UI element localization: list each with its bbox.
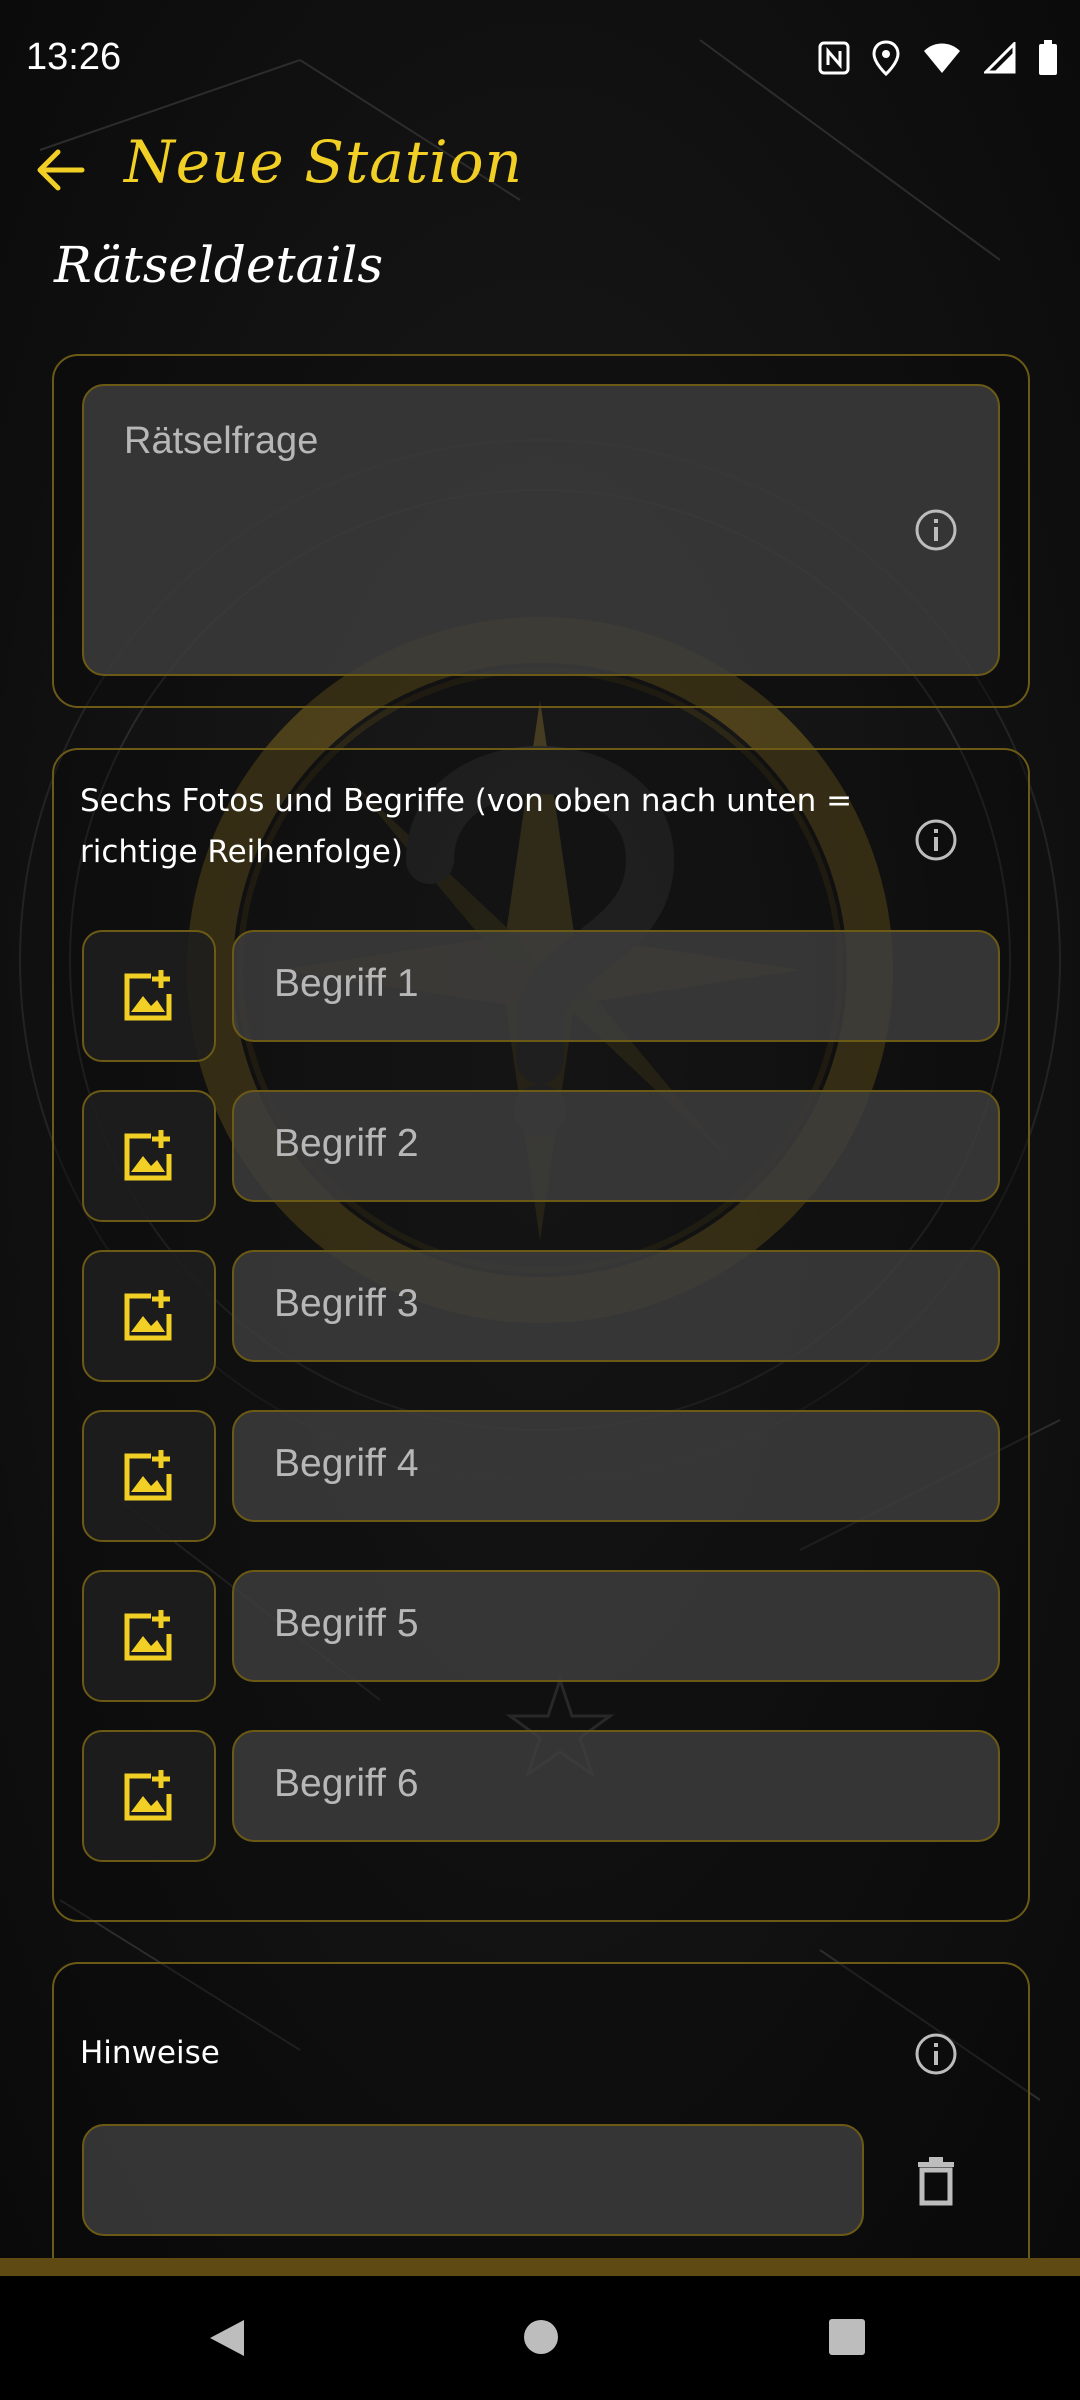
info-icon[interactable]	[914, 2032, 958, 2076]
recents-nav-icon[interactable]	[828, 2318, 866, 2356]
add-photo-button[interactable]	[82, 1570, 216, 1702]
section-title: Rätseldetails	[54, 236, 384, 294]
info-icon[interactable]	[914, 818, 958, 862]
photos-terms-label-line2: richtige Reihenfolge)	[80, 834, 403, 870]
add-photo-icon	[124, 1450, 172, 1501]
trash-icon[interactable]	[914, 2156, 958, 2206]
term-placeholder: Begriff 3	[274, 1282, 419, 1325]
add-photo-button[interactable]	[82, 1090, 216, 1222]
nfc-icon	[818, 41, 850, 75]
arrow-left-icon[interactable]	[30, 140, 90, 200]
term-placeholder: Begriff 5	[274, 1602, 419, 1645]
term-input-2[interactable]: Begriff 2	[232, 1090, 1000, 1202]
system-nav-bar	[0, 2276, 1080, 2400]
back-nav-icon[interactable]	[206, 2318, 246, 2358]
photos-terms-label-line1: Sechs Fotos und Begriffe (von oben nach …	[80, 783, 853, 819]
term-input-5[interactable]: Begriff 5	[232, 1570, 1000, 1682]
add-photo-icon	[124, 1610, 172, 1661]
add-photo-icon	[124, 970, 172, 1021]
info-icon[interactable]	[914, 508, 958, 552]
add-photo-button[interactable]	[82, 1250, 216, 1382]
hint-input[interactable]	[82, 2124, 864, 2236]
add-photo-button[interactable]	[82, 1730, 216, 1862]
status-icons	[818, 40, 1058, 76]
status-bar: 13:26	[0, 0, 1080, 120]
term-placeholder: Begriff 1	[274, 962, 419, 1005]
term-input-6[interactable]: Begriff 6	[232, 1730, 1000, 1842]
status-time: 13:26	[26, 36, 122, 78]
battery-icon	[1039, 40, 1057, 75]
term-placeholder: Begriff 6	[274, 1762, 419, 1805]
add-photo-button[interactable]	[82, 1410, 216, 1542]
question-placeholder: Rätselfrage	[124, 420, 319, 462]
term-input-4[interactable]: Begriff 4	[232, 1410, 1000, 1522]
location-icon	[872, 40, 900, 76]
page-title: Neue Station	[124, 128, 523, 196]
add-photo-icon	[124, 1770, 172, 1821]
term-input-1[interactable]: Begriff 1	[232, 930, 1000, 1042]
question-input[interactable]: Rätselfrage	[82, 384, 1000, 676]
photos-terms-label: Sechs Fotos und Begriffe (von oben nach …	[80, 776, 880, 878]
term-placeholder: Begriff 4	[274, 1442, 419, 1485]
add-photo-icon	[124, 1290, 172, 1341]
term-placeholder: Begriff 2	[274, 1122, 419, 1165]
wifi-icon	[924, 43, 960, 73]
add-hint-strip[interactable]	[0, 2258, 1080, 2276]
home-nav-icon[interactable]	[522, 2318, 560, 2356]
term-input-3[interactable]: Begriff 3	[232, 1250, 1000, 1362]
app-bar: Neue Station	[0, 120, 1080, 220]
add-photo-button[interactable]	[82, 930, 216, 1062]
signal-icon	[984, 42, 1016, 74]
hints-label: Hinweise	[80, 2035, 220, 2071]
add-photo-icon	[124, 1130, 172, 1181]
